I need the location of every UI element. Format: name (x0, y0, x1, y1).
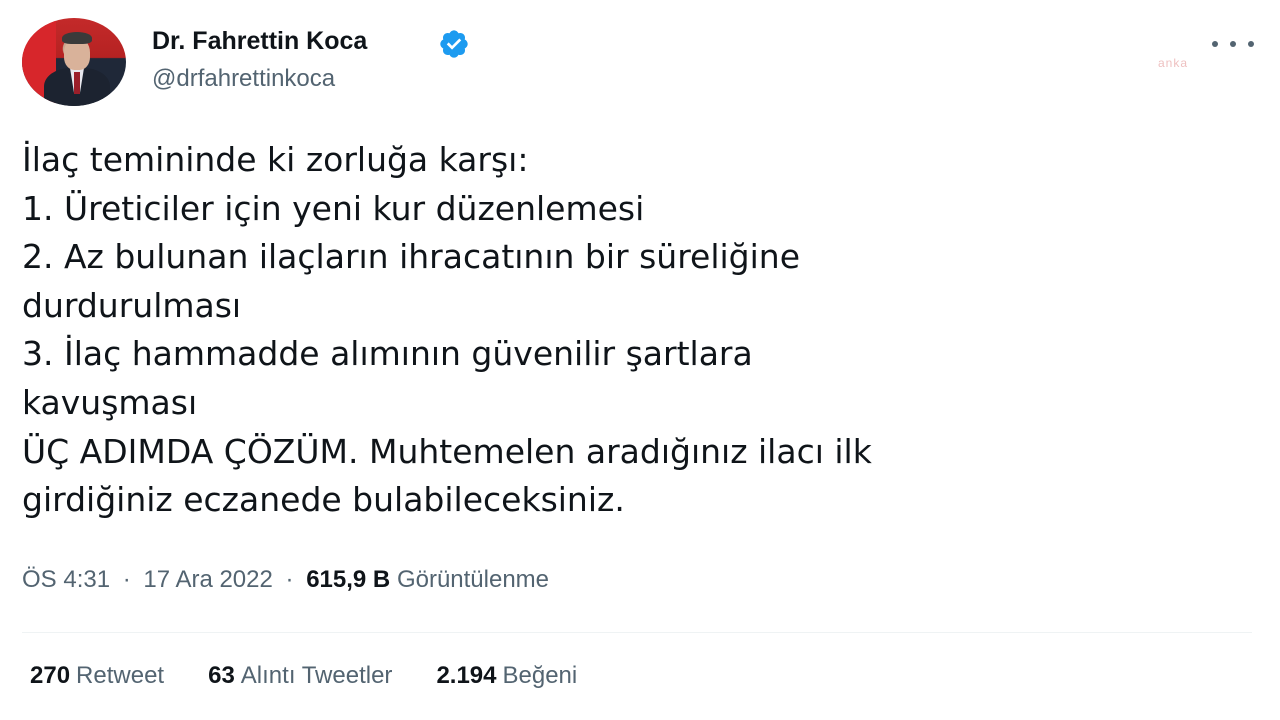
tweet-meta: ÖS 4:31 · 17 Ara 2022 · 615,9 B Görüntül… (22, 566, 549, 594)
tweet-line: girdiğiniz eczanede bulabileceksiniz. (22, 480, 625, 520)
tweet-line: 3. İlaç hammadde alımının güvenilir şart… (22, 334, 753, 374)
meta-separator: · (122, 566, 131, 593)
quotes-stat[interactable]: 63 Alıntı Tweetler (208, 662, 392, 690)
retweets-count: 270 (30, 662, 71, 689)
tweet-time[interactable]: ÖS 4:31 (22, 566, 110, 593)
avatar-tie (74, 72, 80, 94)
watermark: anka (1158, 56, 1189, 70)
divider (22, 632, 1252, 633)
quotes-label: Alıntı Tweetler (240, 662, 393, 689)
dot (1248, 41, 1254, 47)
dot (1230, 41, 1236, 47)
tweet-line: 2. Az bulunan ilaçların ihracatının bir … (22, 237, 801, 277)
tweet-line: kavuşması (22, 382, 198, 422)
tweet-date[interactable]: 17 Ara 2022 (143, 566, 272, 593)
tweet-stats: 270 Retweet 63 Alıntı Tweetler 2.194 Beğeni (30, 662, 577, 690)
author-avatar[interactable] (22, 18, 126, 106)
author-display-name[interactable]: Dr. Fahrettin Koca (152, 27, 367, 56)
tweet-line: İlaç temininde ki zorluğa karşı: (22, 140, 529, 179)
avatar-hair (62, 32, 92, 44)
tweet-text: İlaç temininde ki zorluğa karşı: 1. Üret… (22, 136, 1252, 525)
views-count: 615,9 B (306, 566, 391, 593)
tweet-line: ÜÇ ADIMDA ÇÖZÜM. Muhtemelen aradığınız i… (22, 431, 872, 471)
verified-badge-icon (440, 30, 468, 58)
tweet-line: durdurulması (22, 285, 242, 325)
tweet-card: Dr. Fahrettin Koca @drfahrettinkoca anka… (0, 0, 1280, 720)
views-label: Görüntülenme (396, 566, 550, 593)
likes-count: 2.194 (436, 662, 497, 689)
author-handle[interactable]: @drfahrettinkoca (152, 65, 335, 93)
more-options-icon[interactable] (1212, 30, 1254, 58)
likes-stat[interactable]: 2.194 Beğeni (436, 662, 577, 690)
retweets-label: Retweet (76, 662, 165, 689)
meta-separator: · (285, 566, 294, 593)
tweet-line: 1. Üreticiler için yeni kur düzenlemesi (22, 188, 645, 228)
quotes-count: 63 (208, 662, 235, 689)
retweets-stat[interactable]: 270 Retweet (30, 662, 164, 690)
likes-label: Beğeni (502, 662, 578, 689)
dot (1212, 41, 1218, 47)
